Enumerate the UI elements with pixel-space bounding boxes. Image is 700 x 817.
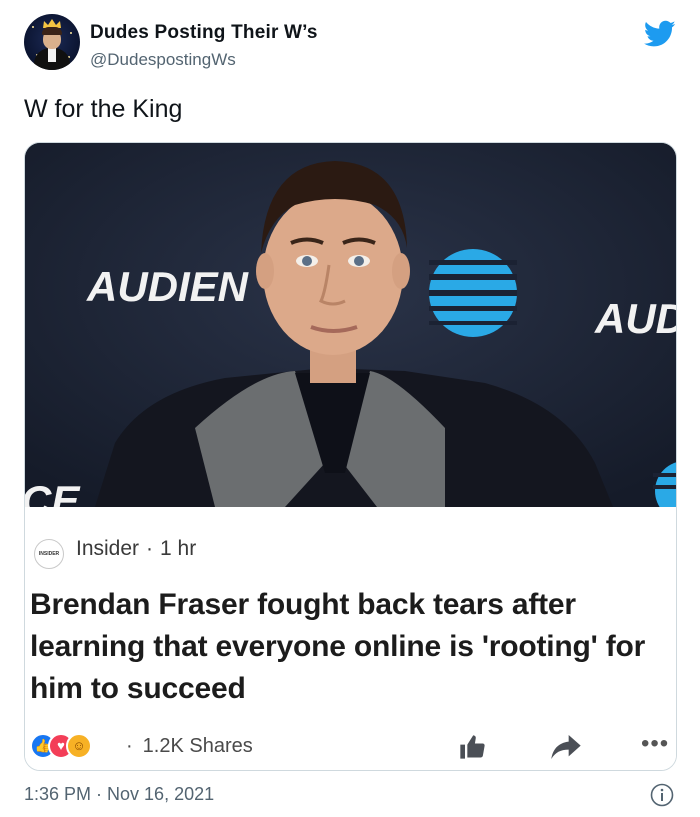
- backdrop-text-left: AUDIEN: [86, 263, 250, 310]
- tweet-timestamp[interactable]: 1:36 PM · Nov 16, 2021: [24, 784, 214, 805]
- avatar-shirt: [48, 48, 56, 62]
- insider-logo: INSIDER: [34, 539, 64, 569]
- news-headline[interactable]: Brendan Fraser fought back tears after l…: [30, 584, 670, 710]
- post-age: 1 hr: [160, 537, 197, 560]
- shares-separator: ·: [126, 735, 133, 757]
- avatar-hair: [42, 27, 62, 35]
- source-separator: ·: [146, 537, 154, 560]
- more-options-icon[interactable]: •••: [641, 732, 669, 758]
- avatar-star: [70, 32, 72, 34]
- shares-label: 1.2K Shares: [142, 735, 253, 757]
- info-icon[interactable]: [650, 783, 674, 807]
- avatar-star: [32, 26, 34, 28]
- reaction-icons[interactable]: 👍 ♥ ☺: [30, 733, 130, 759]
- share-count[interactable]: · 1.2K Shares: [126, 735, 253, 758]
- backdrop-text-right: AUD: [594, 295, 677, 342]
- backdrop-text-corner: CE: [25, 477, 81, 507]
- photo-scene: AUDIEN AUD CE: [25, 143, 677, 507]
- tweet-text: W for the King: [24, 95, 183, 123]
- care-reaction-icon: ☺: [66, 733, 92, 759]
- news-photo[interactable]: AUDIEN AUD CE: [25, 143, 677, 507]
- author-handle[interactable]: @DudespostingWs: [90, 50, 236, 70]
- tweet: Dudes Posting Their W’s @DudespostingWs …: [0, 0, 700, 817]
- thumbs-up-icon[interactable]: [458, 733, 486, 761]
- source-name[interactable]: Insider: [76, 537, 139, 560]
- source-row: Insider · 1 hr: [76, 537, 196, 561]
- att-globe-logo: [429, 249, 517, 337]
- avatar[interactable]: [24, 14, 80, 70]
- author-display-name[interactable]: Dudes Posting Their W’s: [90, 22, 318, 44]
- twitter-bird-icon[interactable]: [644, 20, 676, 48]
- share-arrow-icon[interactable]: [550, 733, 582, 761]
